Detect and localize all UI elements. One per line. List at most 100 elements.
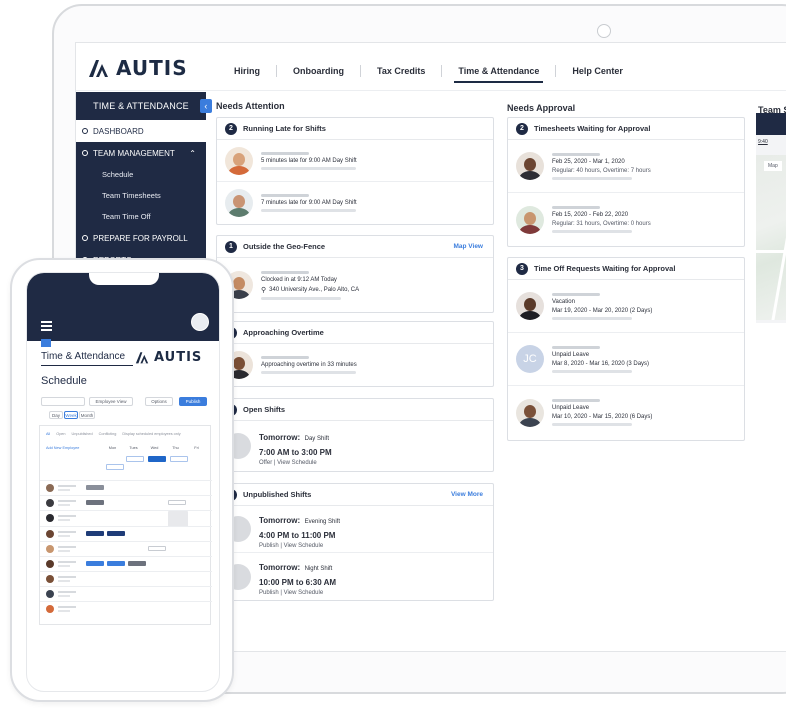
tab-conflicting[interactable]: Conflicting [99, 432, 117, 436]
view-day-button[interactable]: Day [49, 411, 63, 419]
shift-actions[interactable]: Publish | View Schedule [259, 543, 340, 549]
shift-block[interactable] [170, 456, 188, 462]
collapse-sidebar-button[interactable]: ‹ [200, 99, 212, 113]
team-map[interactable]: Map [756, 155, 786, 320]
table-row[interactable] [40, 556, 212, 571]
avatar [225, 189, 253, 217]
avatar [516, 152, 544, 180]
table-row[interactable] [40, 526, 212, 541]
card-header: 2 Unpublished Shifts View More [217, 484, 493, 506]
sidebar-item-label: PREPARE FOR PAYROLL [93, 233, 188, 243]
phone-brand-logo: AUTIS [135, 350, 202, 365]
card-header: 3 Time Off Requests Waiting for Approval [508, 258, 744, 280]
employee-view-select[interactable]: Employee View [89, 397, 133, 406]
nav-tab-help-center[interactable]: Help Center [556, 66, 639, 76]
view-more-link[interactable]: View More [451, 491, 483, 498]
row-details: Tomorrow: Evening Shift 4:00 PM to 11:00… [259, 510, 340, 549]
options-select[interactable]: Options [145, 397, 173, 406]
publish-button[interactable]: Publish [179, 397, 207, 406]
list-item[interactable]: Tomorrow: Evening Shift 4:00 PM to 11:00… [217, 506, 493, 553]
tab-unpublished[interactable]: Unpublished [72, 432, 93, 436]
date-picker[interactable] [41, 397, 85, 406]
shift-block[interactable] [148, 456, 166, 462]
hamburger-menu-icon[interactable] [41, 321, 52, 333]
drawer-tab-icon[interactable] [41, 339, 51, 347]
late-status-text: 7 minutes late for 9:00 AM Day Shift [261, 200, 357, 206]
sidebar-item-prepare-for-payroll[interactable]: PREPARE FOR PAYROLL [76, 227, 206, 249]
card-header: 1 Outside the Geo-Fence Map View [217, 236, 493, 258]
table-row[interactable] [40, 510, 212, 527]
team-status-header [756, 113, 786, 135]
timesheets-card: 2 Timesheets Waiting for Approval Feb 25… [507, 117, 745, 247]
list-item[interactable]: Vacation Mar 19, 2020 - Mar 20, 2020 (2 … [508, 280, 744, 333]
row-details: Unpaid Leave Mar 8, 2020 - Mar 16, 2020 … [552, 345, 650, 373]
shift-block[interactable] [106, 464, 124, 470]
list-item[interactable]: 7 minutes late for 9:00 AM Day Shift [217, 182, 493, 224]
phone-screen: Time & Attendance AUTIS Schedule Employe… [26, 272, 220, 692]
table-row[interactable] [40, 480, 212, 495]
nav-tab-hiring[interactable]: Hiring [218, 66, 276, 76]
sidebar-item-dashboard[interactable]: DASHBOARD [76, 120, 206, 142]
day-headers: Mon Tues Wed Thu Fri [102, 446, 207, 450]
row-details: Clocked in at 9:12 AM Today ⚲ 340 Univer… [261, 270, 360, 300]
shift-time: 10:00 PM to 6:30 AM [259, 578, 337, 587]
leave-dates: Mar 19, 2020 - Mar 20, 2020 (2 Days) [552, 307, 653, 314]
list-item[interactable]: 5 minutes late for 9:00 AM Day Shift [217, 140, 493, 182]
chevron-up-icon: ⌃ [189, 148, 196, 158]
nav-tab-time-attendance[interactable]: Time & Attendance [442, 66, 555, 83]
late-status-text: 5 minutes late for 9:00 AM Day Shift [261, 157, 357, 164]
display-scheduled-checkbox[interactable]: Display scheduled employees only [122, 432, 180, 436]
list-item[interactable]: Unpaid Leave Mar 10, 2020 - Mar 15, 2020… [508, 386, 744, 439]
table-row[interactable] [40, 495, 212, 510]
needs-attention-title: Needs Attention [216, 101, 285, 111]
shift-actions[interactable]: Publish | View Schedule [259, 590, 336, 596]
geo-fence-card: 1 Outside the Geo-Fence Map View Clocked… [216, 235, 494, 313]
location-address: 340 University Ave., Palo Alto, CA [269, 286, 360, 293]
card-title: Outside the Geo-Fence [243, 242, 326, 251]
timesheet-hours: Regular: 31 hours, Overtime: 0 hours [552, 221, 651, 227]
main-nav: Hiring Onboarding Tax Credits Time & Att… [218, 65, 639, 83]
sidebar-item-team-time-off[interactable]: Team Time Off [76, 206, 206, 227]
view-week-button[interactable]: Week [64, 411, 78, 419]
sidebar-item-team-timesheets[interactable]: Team Timesheets [76, 185, 206, 206]
add-employee-link[interactable]: Add New Employee [46, 446, 79, 450]
sidebar-item-schedule[interactable]: Schedule [76, 164, 206, 185]
brand-logo[interactable]: AUTIS [88, 56, 188, 80]
shift-time: 4:00 PM to 11:00 PM [259, 530, 336, 540]
running-late-card: 2 Running Late for Shifts 5 minutes late… [216, 117, 494, 225]
table-row[interactable] [40, 571, 212, 586]
radio-icon [82, 235, 88, 241]
shift-actions[interactable]: Offer | View Schedule [259, 460, 332, 466]
shift-name: Evening Shift [304, 518, 340, 525]
nav-tab-tax-credits[interactable]: Tax Credits [361, 66, 441, 76]
leave-dates: Mar 8, 2020 - Mar 16, 2020 (3 Days) [552, 360, 650, 367]
tab-all[interactable]: All [46, 432, 50, 436]
phone-frame: Time & Attendance AUTIS Schedule Employe… [10, 258, 234, 702]
nav-tab-onboarding[interactable]: Onboarding [277, 66, 360, 76]
table-row[interactable] [40, 601, 212, 616]
list-item[interactable]: Feb 25, 2020 - Mar 1, 2020 Regular: 40 h… [508, 140, 744, 193]
list-item[interactable]: Approaching overtime in 33 minutes [217, 344, 493, 386]
row-details: 7 minutes late for 9:00 AM Day Shift [261, 194, 357, 212]
profile-avatar[interactable] [191, 313, 209, 331]
avatar [225, 146, 253, 175]
table-row[interactable] [40, 586, 212, 601]
day-fri: Fri [194, 446, 199, 450]
map-view-link[interactable]: Map View [453, 243, 483, 250]
radio-icon [82, 150, 88, 156]
team-status-tab[interactable]: 9:40 [756, 135, 786, 149]
avatar [516, 205, 544, 234]
table-row[interactable] [40, 541, 212, 556]
list-item[interactable]: Tomorrow: Night Shift 10:00 PM to 6:30 A… [217, 553, 493, 600]
sidebar-item-team-management[interactable]: TEAM MANAGEMENT ⌃ [76, 142, 206, 164]
view-month-button[interactable]: Month [79, 411, 95, 419]
list-item[interactable]: Tomorrow: Day Shift 7:00 AM to 3:00 PM O… [217, 421, 493, 471]
list-item[interactable]: Feb 15, 2020 - Feb 22, 2020 Regular: 31 … [508, 193, 744, 246]
radio-icon [82, 128, 88, 134]
timesheet-range: Feb 25, 2020 - Mar 1, 2020 [552, 158, 625, 165]
list-item[interactable]: JC Unpaid Leave Mar 8, 2020 - Mar 16, 20… [508, 333, 744, 386]
list-item[interactable]: Clocked in at 9:12 AM Today ⚲ 340 Univer… [217, 258, 493, 312]
count-badge: 2 [516, 122, 528, 135]
tab-open[interactable]: Open [56, 432, 65, 436]
shift-block[interactable] [126, 456, 144, 462]
